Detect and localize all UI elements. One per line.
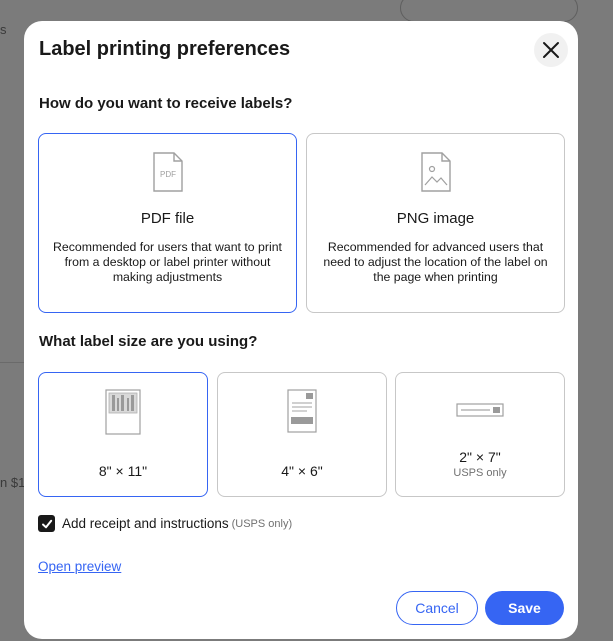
receipt-checkbox-row: Add receipt and instructions (USPS only) xyxy=(38,515,292,532)
format-option-title: PDF file xyxy=(140,210,195,227)
size-option-sublabel: USPS only xyxy=(453,467,507,479)
narrow-label-icon xyxy=(456,403,504,417)
cancel-button[interactable]: Cancel xyxy=(396,591,478,625)
letter-sheet-icon xyxy=(105,389,141,435)
pdf-file-icon: PDF xyxy=(152,152,183,192)
checkmark-icon xyxy=(41,519,52,528)
receipt-checkbox[interactable] xyxy=(38,515,55,532)
format-question: How do you want to receive labels? xyxy=(39,95,293,112)
size-option-label: 8" × 11" xyxy=(98,463,148,479)
size-option-4x6[interactable]: 4" × 6" xyxy=(217,372,387,497)
size-option-label: 4" × 6" xyxy=(281,463,323,479)
receipt-checkbox-note: (USPS only) xyxy=(231,517,293,530)
format-option-png[interactable]: PNG image Recommended for advanced users… xyxy=(306,133,565,313)
label-preferences-dialog: Label printing preferences How do you wa… xyxy=(24,21,578,639)
format-option-description: Recommended for advanced users that need… xyxy=(323,240,548,284)
save-button[interactable]: Save xyxy=(485,591,564,625)
close-icon xyxy=(543,42,559,58)
format-option-description: Recommended for users that want to print… xyxy=(53,240,282,284)
background-field xyxy=(400,0,578,22)
open-preview-link[interactable]: Open preview xyxy=(38,559,121,574)
format-option-title: PNG image xyxy=(396,210,475,227)
background-divider xyxy=(0,362,24,363)
size-option-label: 2" × 7" xyxy=(459,449,501,465)
receipt-checkbox-label[interactable]: Add receipt and instructions xyxy=(62,516,229,531)
shipping-label-icon xyxy=(287,389,317,433)
background-text-fragment: s xyxy=(0,22,7,37)
size-question: What label size are you using? xyxy=(39,333,258,350)
size-option-2x7[interactable]: 2" × 7" USPS only xyxy=(395,372,565,497)
format-option-pdf[interactable]: PDF PDF file Recommended for users that … xyxy=(38,133,297,313)
dialog-title: Label printing preferences xyxy=(39,38,291,60)
svg-text:PDF: PDF xyxy=(160,170,176,179)
size-option-8x11[interactable]: 8" × 11" xyxy=(38,372,208,497)
close-button[interactable] xyxy=(534,33,568,67)
image-file-icon xyxy=(420,152,451,192)
